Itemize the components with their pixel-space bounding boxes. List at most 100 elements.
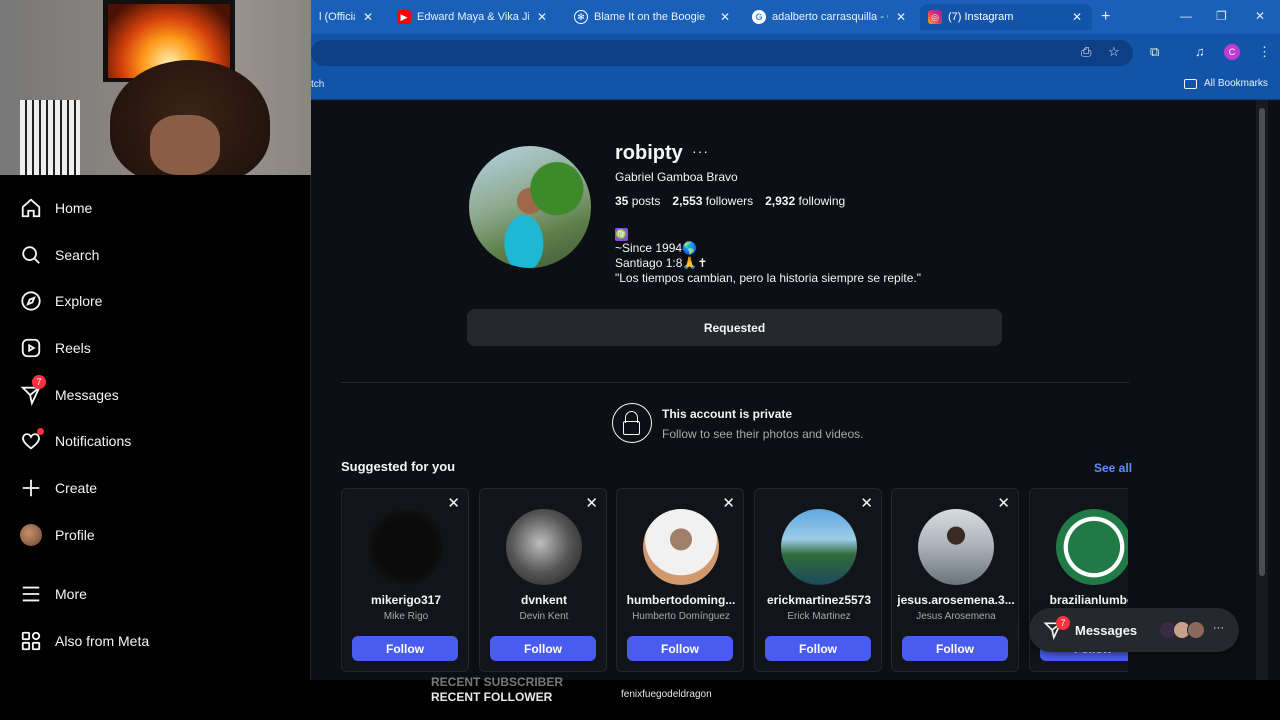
search-icon	[22, 246, 40, 264]
suggestion-avatar[interactable]	[506, 509, 582, 585]
sidebar-item-more[interactable]: More	[20, 579, 87, 609]
suggestion-handle[interactable]: dvnkent	[480, 593, 608, 607]
recent-follower-label: RECENT FOLLOWER	[431, 690, 553, 704]
private-account-subtitle: Follow to see their photos and videos.	[662, 427, 864, 441]
sidebar-item-home[interactable]: Home	[20, 193, 92, 223]
close-icon[interactable]: ✕	[535, 10, 549, 24]
scrollbar[interactable]	[1256, 100, 1268, 680]
suggestion-name: Humberto Domínguez	[632, 611, 730, 622]
sidebar-item-label: Explore	[55, 293, 103, 309]
suggestion-handle[interactable]: erickmartinez5573	[755, 593, 883, 607]
instagram-icon: ◎	[928, 10, 942, 24]
plus-icon	[22, 479, 40, 497]
dismiss-icon[interactable]: ✕	[997, 494, 1010, 512]
tab-title: (7) Instagram	[948, 11, 1014, 23]
sidebar-item-profile[interactable]: Profile	[20, 520, 95, 550]
requested-button[interactable]: Requested	[467, 309, 1002, 346]
follow-button[interactable]: Follow	[627, 636, 733, 661]
browser-profile-avatar[interactable]: C	[1224, 44, 1240, 60]
bookmark-item[interactable]: tch	[311, 79, 324, 90]
sidebar-item-label: Profile	[55, 527, 95, 543]
messages-floating-button[interactable]: 7 Messages ···	[1029, 608, 1239, 652]
contact-avatar	[1187, 621, 1205, 639]
dismiss-icon[interactable]: ✕	[722, 494, 735, 512]
suggestion-card: ✕ mikerigo317 Mike Rigo Follow	[341, 488, 469, 672]
sidebar-item-label: Notifications	[55, 433, 132, 449]
sidebar-item-explore[interactable]: Explore	[20, 286, 102, 316]
dismiss-icon[interactable]: ✕	[447, 494, 460, 512]
sidebar-item-label: Create	[55, 480, 98, 496]
suggestion-avatar[interactable]	[918, 509, 994, 585]
close-icon[interactable]: ✕	[1070, 10, 1084, 24]
follow-button[interactable]: Follow	[490, 636, 596, 661]
sidebar-item-create[interactable]: Create	[20, 473, 97, 503]
minimize-icon[interactable]: —	[1180, 9, 1192, 23]
all-bookmarks-button[interactable]: All Bookmarks	[1184, 78, 1268, 89]
bookmark-star-icon[interactable]: ☆	[1108, 44, 1120, 60]
youtube-icon: ▶	[397, 10, 411, 24]
suggestion-handle[interactable]: mikerigo317	[342, 593, 470, 607]
recent-contacts	[1159, 621, 1205, 639]
follow-button[interactable]: Follow	[902, 636, 1008, 661]
profile-bio: ♍ ~Since 1994🌎 Santiago 1:8🙏✝ "Los tiemp…	[615, 226, 921, 286]
media-control-icon[interactable]: ♫	[1195, 44, 1205, 59]
meta-grid-icon	[21, 631, 41, 651]
close-icon[interactable]: ✕	[718, 10, 732, 24]
lock-icon	[612, 403, 652, 443]
compass-icon	[21, 291, 41, 311]
maximize-icon[interactable]: ❐	[1216, 9, 1227, 23]
sidebar-item-reels[interactable]: Reels	[20, 333, 91, 363]
extensions-icon[interactable]: ⧉	[1150, 44, 1159, 60]
sidebar-item-label: More	[55, 586, 87, 602]
more-options-icon[interactable]: ···	[692, 143, 709, 159]
suggestion-handle[interactable]: jesus.arosemena.3...	[892, 593, 1020, 607]
suggestion-avatar[interactable]	[1056, 509, 1128, 585]
suggestion-avatar[interactable]	[781, 509, 857, 585]
sidebar-item-messages[interactable]: 7 Messages	[20, 375, 119, 410]
chatgpt-icon: ✻	[574, 10, 588, 24]
dismiss-icon[interactable]: ✕	[860, 494, 873, 512]
omnibox[interactable]	[311, 40, 1133, 66]
close-icon[interactable]: ✕	[361, 10, 375, 24]
messages-badge: 7	[32, 375, 46, 389]
following-stat[interactable]: 2,932 following	[765, 194, 845, 208]
browser-tab[interactable]: ▶ Edward Maya & Vika Jigulin ✕	[389, 4, 557, 30]
sidebar-item-also-from-meta[interactable]: Also from Meta	[20, 626, 149, 656]
suggested-title: Suggested for you	[341, 459, 456, 474]
suggestion-avatar[interactable]	[643, 509, 719, 585]
browser-tab[interactable]: ✻ Blame It on the Boogie ✕	[566, 4, 740, 30]
sidebar-item-label: Messages	[55, 387, 119, 403]
see-all-link[interactable]: See all	[1094, 461, 1132, 475]
followers-stat[interactable]: 2,553 followers	[672, 194, 753, 208]
profile-stats: 35 posts 2,553 followers 2,932 following	[615, 194, 845, 208]
suggestion-handle[interactable]: brazilianlumber	[1030, 593, 1128, 607]
suggestion-avatar[interactable]	[368, 509, 444, 585]
profile-username: robipty	[615, 142, 683, 164]
suggestion-handle[interactable]: humbertodoming...	[617, 593, 745, 607]
browser-tab-active[interactable]: ◎ (7) Instagram ✕	[920, 4, 1092, 30]
new-tab-icon[interactable]: +	[1101, 8, 1110, 26]
home-icon	[21, 198, 41, 218]
suggestion-card: ✕ jesus.arosemena.3... Jesus Arosemena F…	[891, 488, 1019, 672]
private-account-title: This account is private	[662, 407, 793, 421]
folder-icon	[1184, 78, 1197, 89]
tab-title: adalberto carrasquilla - Go	[772, 11, 888, 23]
close-icon[interactable]: ✕	[894, 10, 908, 24]
dismiss-icon[interactable]: ✕	[585, 494, 598, 512]
suggestion-card: ✕ dvnkent Devin Kent Follow	[479, 488, 607, 672]
sidebar-item-label: Home	[55, 200, 93, 216]
instagram-page: Home Search Explore Reels 7 Messages Not…	[0, 100, 1280, 680]
follow-button[interactable]: Follow	[352, 636, 458, 661]
profile-picture[interactable]	[467, 144, 593, 270]
sidebar-item-notifications[interactable]: Notifications	[20, 426, 131, 456]
browser-tab[interactable]: l (Official ✕	[311, 4, 383, 30]
install-app-icon[interactable]: ⎙	[1081, 44, 1091, 60]
sidebar-item-label: Also from Meta	[55, 633, 150, 649]
window-close-icon[interactable]: ✕	[1255, 9, 1265, 23]
browser-tab[interactable]: G adalberto carrasquilla - Go ✕	[744, 4, 916, 30]
browser-menu-icon[interactable]: ⋮	[1258, 44, 1271, 60]
follow-button[interactable]: Follow	[765, 636, 871, 661]
sidebar-item-search[interactable]: Search	[20, 240, 99, 270]
posts-stat: 35 posts	[615, 194, 661, 208]
suggestion-name: Erick Martinez	[787, 611, 851, 622]
